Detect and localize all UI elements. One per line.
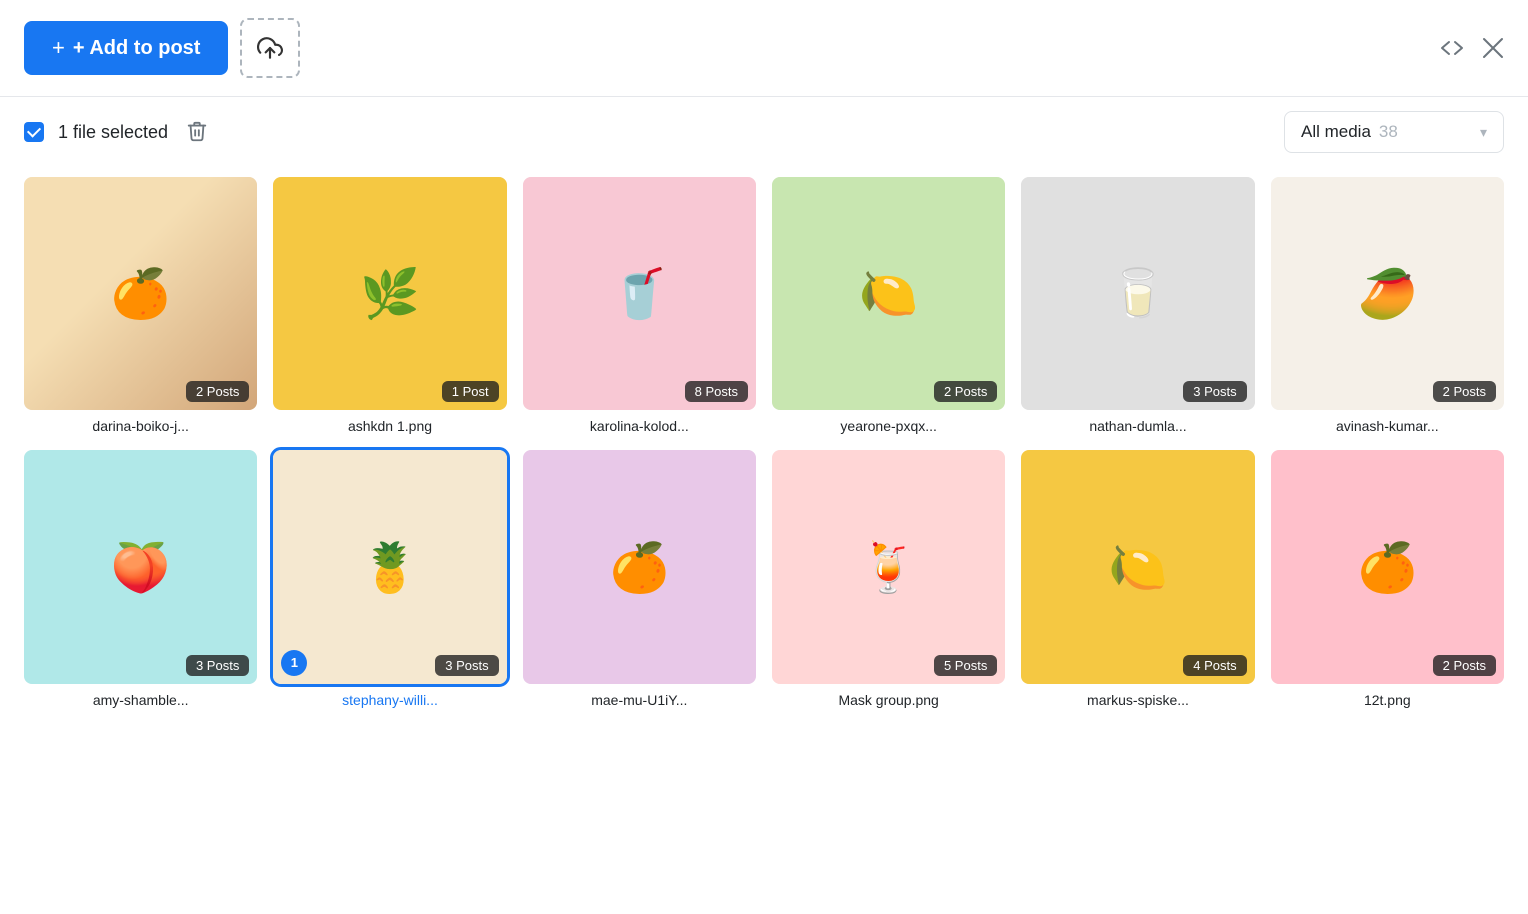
media-grid: 🍊 2 Posts darina-boiko-j... 🌿 1 Post ashkdn 1… — [0, 167, 1528, 732]
post-badge-4: 2 Posts — [934, 381, 997, 402]
thumb-icon-2: 🌿 — [360, 265, 420, 322]
post-badge-8: 3 Posts — [435, 655, 498, 676]
post-badge-1: 2 Posts — [186, 381, 249, 402]
post-badge-12: 2 Posts — [1433, 655, 1496, 676]
media-thumb-5[interactable]: 🥛 3 Posts — [1021, 177, 1254, 410]
media-name-10: Mask group.png — [772, 692, 1005, 708]
media-item-10[interactable]: 🍹 5 Posts Mask group.png — [772, 450, 1005, 707]
media-item-1[interactable]: 🍊 2 Posts darina-boiko-j... — [24, 177, 257, 434]
media-item-3[interactable]: 🥤 8 Posts karolina-kolod... — [523, 177, 756, 434]
media-name-4: yearone-pxqx... — [772, 418, 1005, 434]
thumb-icon-8: 🍍 — [360, 539, 420, 596]
thumb-icon-5: 🥛 — [1108, 265, 1168, 322]
media-item-9[interactable]: 🍊 mae-mu-U1iY... — [523, 450, 756, 707]
media-name-9: mae-mu-U1iY... — [523, 692, 756, 708]
add-to-post-button[interactable]: + + Add to post — [24, 21, 228, 75]
delete-button[interactable] — [182, 116, 212, 148]
filter-label-count: 38 — [1379, 122, 1398, 142]
media-name-7: amy-shamble... — [24, 692, 257, 708]
filter-label-main: All media — [1301, 122, 1371, 142]
post-badge-7: 3 Posts — [186, 655, 249, 676]
post-badge-3: 8 Posts — [685, 381, 748, 402]
post-badge-10: 5 Posts — [934, 655, 997, 676]
thumb-icon-6: 🥭 — [1357, 265, 1417, 322]
media-filter-label: All media 38 — [1301, 122, 1398, 142]
media-thumb-9[interactable]: 🍊 — [523, 450, 756, 683]
media-item-12[interactable]: 🍊 2 Posts 12t.png — [1271, 450, 1504, 707]
media-thumb-12[interactable]: 🍊 2 Posts — [1271, 450, 1504, 683]
selected-badge-8: 1 — [281, 650, 307, 676]
code-icon[interactable] — [1440, 40, 1464, 56]
select-all-checkbox[interactable] — [24, 122, 44, 142]
media-thumb-11[interactable]: 🍋 4 Posts — [1021, 450, 1254, 683]
thumb-icon-3: 🥤 — [609, 265, 669, 322]
toolbar: 1 file selected All media 38 ▾ — [0, 97, 1528, 167]
media-item-8[interactable]: 🍍 3 Posts 1 stephany-willi... — [273, 450, 506, 707]
plus-icon: + — [52, 35, 65, 61]
media-name-8: stephany-willi... — [273, 692, 506, 708]
thumb-icon-1: 🍊 — [111, 265, 171, 322]
media-thumb-6[interactable]: 🥭 2 Posts — [1271, 177, 1504, 410]
add-to-post-label: + Add to post — [73, 37, 201, 60]
post-badge-2: 1 Post — [442, 381, 499, 402]
thumb-icon-11: 🍋 — [1108, 539, 1168, 596]
media-name-2: ashkdn 1.png — [273, 418, 506, 434]
media-item-11[interactable]: 🍋 4 Posts markus-spiske... — [1021, 450, 1254, 707]
media-thumb-2[interactable]: 🌿 1 Post — [273, 177, 506, 410]
header-actions — [1440, 37, 1504, 59]
header: + + Add to post — [0, 0, 1528, 97]
media-name-3: karolina-kolod... — [523, 418, 756, 434]
media-name-6: avinash-kumar... — [1271, 418, 1504, 434]
media-name-5: nathan-dumla... — [1021, 418, 1254, 434]
media-item-5[interactable]: 🥛 3 Posts nathan-dumla... — [1021, 177, 1254, 434]
media-item-2[interactable]: 🌿 1 Post ashkdn 1.png — [273, 177, 506, 434]
upload-button[interactable] — [240, 18, 300, 78]
post-badge-6: 2 Posts — [1433, 381, 1496, 402]
chevron-down-icon: ▾ — [1480, 124, 1487, 141]
upload-icon — [257, 35, 283, 61]
thumb-icon-9: 🍊 — [609, 539, 669, 596]
media-thumb-10[interactable]: 🍹 5 Posts — [772, 450, 1005, 683]
thumb-icon-10: 🍹 — [859, 539, 919, 596]
file-selected-text: 1 file selected — [58, 122, 168, 143]
media-thumb-4[interactable]: 🍋 2 Posts — [772, 177, 1005, 410]
media-name-11: markus-spiske... — [1021, 692, 1254, 708]
post-badge-11: 4 Posts — [1183, 655, 1246, 676]
close-icon[interactable] — [1482, 37, 1504, 59]
media-filter-dropdown[interactable]: All media 38 ▾ — [1284, 111, 1504, 153]
delete-icon — [186, 120, 208, 144]
media-thumb-1[interactable]: 🍊 2 Posts — [24, 177, 257, 410]
media-name-1: darina-boiko-j... — [24, 418, 257, 434]
media-thumb-3[interactable]: 🥤 8 Posts — [523, 177, 756, 410]
thumb-icon-4: 🍋 — [859, 265, 919, 322]
thumb-icon-7: 🍑 — [111, 539, 171, 596]
thumb-icon-12: 🍊 — [1357, 539, 1417, 596]
media-thumb-7[interactable]: 🍑 3 Posts — [24, 450, 257, 683]
media-item-6[interactable]: 🥭 2 Posts avinash-kumar... — [1271, 177, 1504, 434]
media-item-4[interactable]: 🍋 2 Posts yearone-pxqx... — [772, 177, 1005, 434]
media-item-7[interactable]: 🍑 3 Posts amy-shamble... — [24, 450, 257, 707]
media-thumb-8[interactable]: 🍍 3 Posts 1 — [273, 450, 506, 683]
media-name-12: 12t.png — [1271, 692, 1504, 708]
post-badge-5: 3 Posts — [1183, 381, 1246, 402]
